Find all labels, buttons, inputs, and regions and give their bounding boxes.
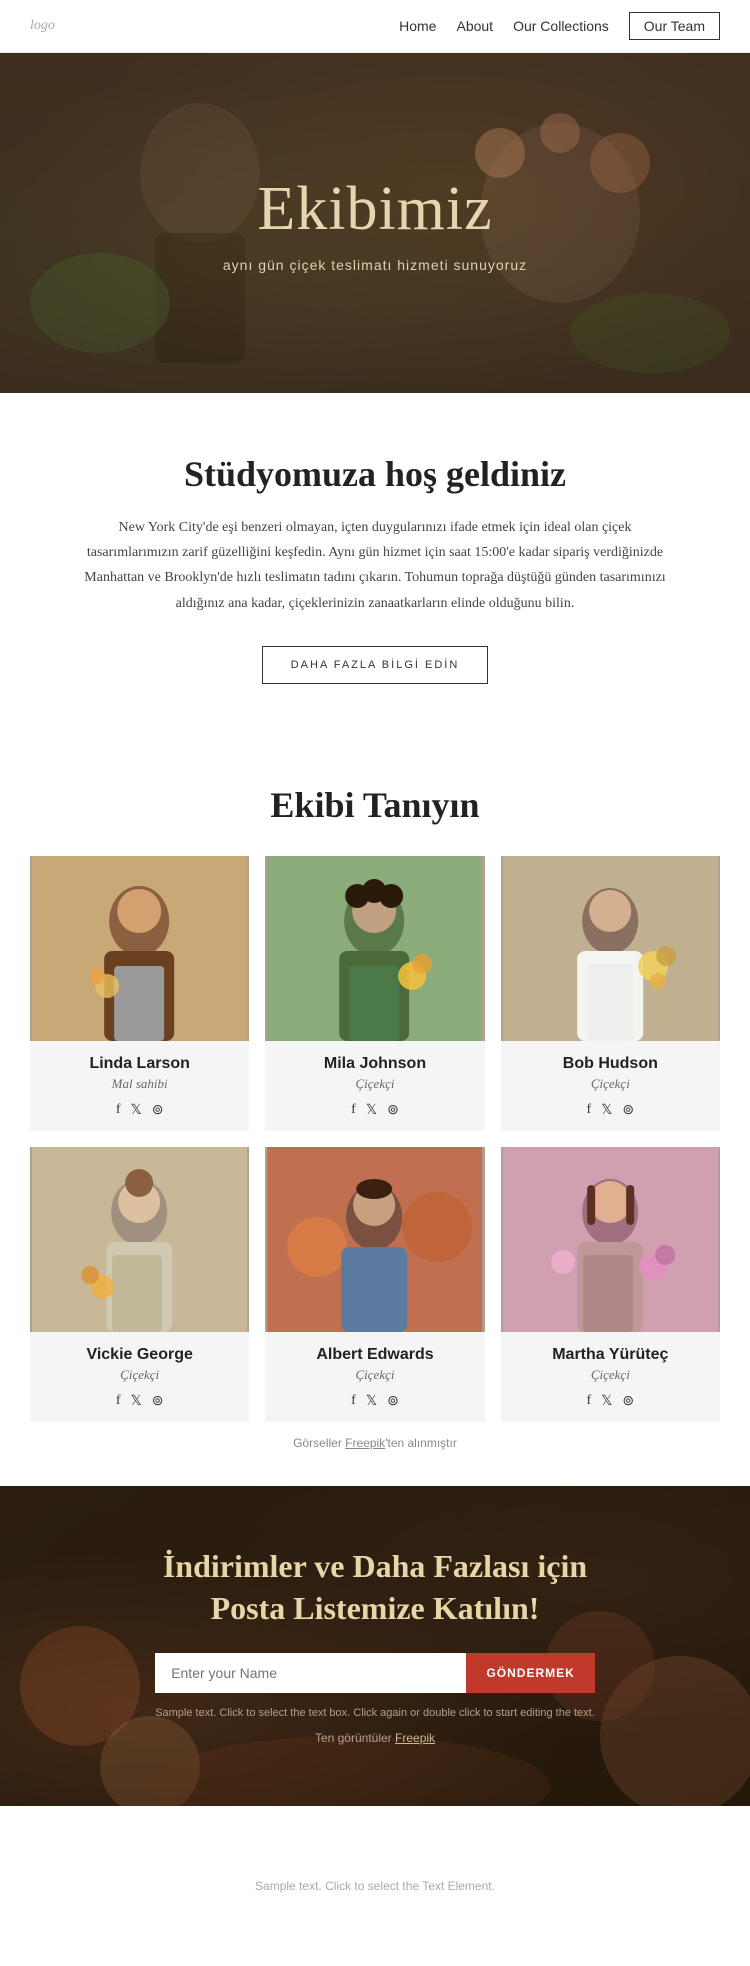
team-img-2 xyxy=(501,856,720,1041)
team-name-4: Albert Edwards xyxy=(275,1346,474,1364)
team-role-0: Mal sahibi xyxy=(40,1076,239,1092)
team-info-1: Mila Johnson Çiçekçi f 𝕏 ⊚ xyxy=(265,1041,484,1131)
social-icons-4: f 𝕏 ⊚ xyxy=(275,1393,474,1410)
welcome-body: New York City'de eşi benzeri olmayan, iç… xyxy=(80,515,670,616)
newsletter-sample-text: Sample text. Click to select the text bo… xyxy=(155,1707,595,1719)
social-icons-0: f 𝕏 ⊚ xyxy=(40,1102,239,1119)
team-role-3: Çiçekçi xyxy=(40,1367,239,1383)
bottom-sample-text: Sample text. Click to select the Text El… xyxy=(255,1879,495,1893)
nav-about[interactable]: About xyxy=(456,18,493,34)
team-info-2: Bob Hudson Çiçekçi f 𝕏 ⊚ xyxy=(501,1041,720,1131)
hero-section: Ekibimiz aynı gün çiçek teslimatı hizmet… xyxy=(0,53,750,393)
team-heading: Ekibi Tanıyın xyxy=(30,784,720,826)
team-photo-1 xyxy=(265,856,484,1041)
instagram-icon-5[interactable]: ⊚ xyxy=(622,1393,634,1410)
team-name-5: Martha Yürüteç xyxy=(511,1346,710,1364)
team-grid: Linda Larson Mal sahibi f 𝕏 ⊚ xyxy=(30,856,720,1422)
team-img-4 xyxy=(265,1147,484,1332)
team-info-5: Martha Yürüteç Çiçekçi f 𝕏 ⊚ xyxy=(501,1332,720,1422)
team-info-4: Albert Edwards Çiçekçi f 𝕏 ⊚ xyxy=(265,1332,484,1422)
logo: logo xyxy=(30,18,55,34)
learn-more-button[interactable]: DAHA FAZLA BİLGİ EDİN xyxy=(262,646,489,684)
nav-our-team[interactable]: Our Team xyxy=(629,12,720,40)
team-img-0 xyxy=(30,856,249,1041)
social-icons-1: f 𝕏 ⊚ xyxy=(275,1102,474,1119)
team-role-1: Çiçekçi xyxy=(275,1076,474,1092)
newsletter-form: GÖNDERMEK xyxy=(155,1653,595,1693)
team-info-0: Linda Larson Mal sahibi f 𝕏 ⊚ xyxy=(30,1041,249,1131)
welcome-section: Stüdyomuza hoş geldiniz New York City'de… xyxy=(0,393,750,734)
nav-links: Home About Our Collections Our Team xyxy=(399,12,720,40)
twitter-icon-2[interactable]: 𝕏 xyxy=(601,1102,612,1119)
team-img-5 xyxy=(501,1147,720,1332)
team-role-5: Çiçekçi xyxy=(511,1367,710,1383)
team-section: Ekibi Tanıyın xyxy=(0,734,750,1486)
twitter-icon-3[interactable]: 𝕏 xyxy=(130,1393,141,1410)
hero-title: Ekibimiz xyxy=(223,174,527,245)
newsletter-freepik-note: Ten görüntüler Freepik xyxy=(155,1731,595,1745)
navbar: logo Home About Our Collections Our Team xyxy=(0,0,750,53)
team-card-5: Martha Yürüteç Çiçekçi f 𝕏 ⊚ xyxy=(501,1147,720,1422)
welcome-heading: Stüdyomuza hoş geldiniz xyxy=(80,453,670,495)
instagram-icon-4[interactable]: ⊚ xyxy=(387,1393,399,1410)
team-img-3 xyxy=(30,1147,249,1332)
twitter-icon-5[interactable]: 𝕏 xyxy=(601,1393,612,1410)
instagram-icon-1[interactable]: ⊚ xyxy=(387,1102,399,1119)
facebook-icon-1[interactable]: f xyxy=(351,1102,356,1119)
newsletter-heading: İndirimler ve Daha Fazlası içinPosta Lis… xyxy=(155,1546,595,1629)
nav-home[interactable]: Home xyxy=(399,18,436,34)
freepik-link[interactable]: Freepik xyxy=(345,1436,385,1450)
facebook-icon-2[interactable]: f xyxy=(586,1102,591,1119)
social-icons-3: f 𝕏 ⊚ xyxy=(40,1393,239,1410)
team-photo-3 xyxy=(30,1147,249,1332)
facebook-icon-5[interactable]: f xyxy=(586,1393,591,1410)
team-card-1: Mila Johnson Çiçekçi f 𝕏 ⊚ xyxy=(265,856,484,1131)
twitter-icon-4[interactable]: 𝕏 xyxy=(366,1393,377,1410)
facebook-icon-0[interactable]: f xyxy=(116,1102,121,1119)
team-name-3: Vickie George xyxy=(40,1346,239,1364)
team-role-2: Çiçekçi xyxy=(511,1076,710,1092)
instagram-icon-2[interactable]: ⊚ xyxy=(622,1102,634,1119)
team-card-4: Albert Edwards Çiçekçi f 𝕏 ⊚ xyxy=(265,1147,484,1422)
social-icons-5: f 𝕏 ⊚ xyxy=(511,1393,710,1410)
team-card-0: Linda Larson Mal sahibi f 𝕏 ⊚ xyxy=(30,856,249,1131)
newsletter-freepik-link[interactable]: Freepik xyxy=(395,1731,435,1745)
bottom-section: Sample text. Click to select the Text El… xyxy=(0,1806,750,1966)
team-name-2: Bob Hudson xyxy=(511,1055,710,1073)
twitter-icon-1[interactable]: 𝕏 xyxy=(366,1102,377,1119)
team-name-0: Linda Larson xyxy=(40,1055,239,1073)
facebook-icon-3[interactable]: f xyxy=(116,1393,121,1410)
team-photo-5 xyxy=(501,1147,720,1332)
hero-subtitle: aynı gün çiçek teslimatı hizmeti sunuyor… xyxy=(223,257,527,273)
team-info-3: Vickie George Çiçekçi f 𝕏 ⊚ xyxy=(30,1332,249,1422)
freepik-note: Görseller Freepik'ten alınmıştır xyxy=(30,1422,720,1456)
newsletter-section: İndirimler ve Daha Fazlası içinPosta Lis… xyxy=(0,1486,750,1806)
newsletter-name-input[interactable] xyxy=(155,1653,466,1693)
instagram-icon-3[interactable]: ⊚ xyxy=(152,1393,164,1410)
team-card-2: Bob Hudson Çiçekçi f 𝕏 ⊚ xyxy=(501,856,720,1131)
team-photo-0 xyxy=(30,856,249,1041)
team-photo-2 xyxy=(501,856,720,1041)
team-img-1 xyxy=(265,856,484,1041)
social-icons-2: f 𝕏 ⊚ xyxy=(511,1102,710,1119)
team-name-1: Mila Johnson xyxy=(275,1055,474,1073)
team-photo-4 xyxy=(265,1147,484,1332)
hero-content: Ekibimiz aynı gün çiçek teslimatı hizmet… xyxy=(223,174,527,273)
instagram-icon-0[interactable]: ⊚ xyxy=(152,1102,164,1119)
newsletter-content: İndirimler ve Daha Fazlası içinPosta Lis… xyxy=(155,1546,595,1745)
team-role-4: Çiçekçi xyxy=(275,1367,474,1383)
facebook-icon-4[interactable]: f xyxy=(351,1393,356,1410)
newsletter-submit-button[interactable]: GÖNDERMEK xyxy=(466,1653,594,1693)
nav-collections[interactable]: Our Collections xyxy=(513,18,609,34)
twitter-icon-0[interactable]: 𝕏 xyxy=(130,1102,141,1119)
team-card-3: Vickie George Çiçekçi f 𝕏 ⊚ xyxy=(30,1147,249,1422)
